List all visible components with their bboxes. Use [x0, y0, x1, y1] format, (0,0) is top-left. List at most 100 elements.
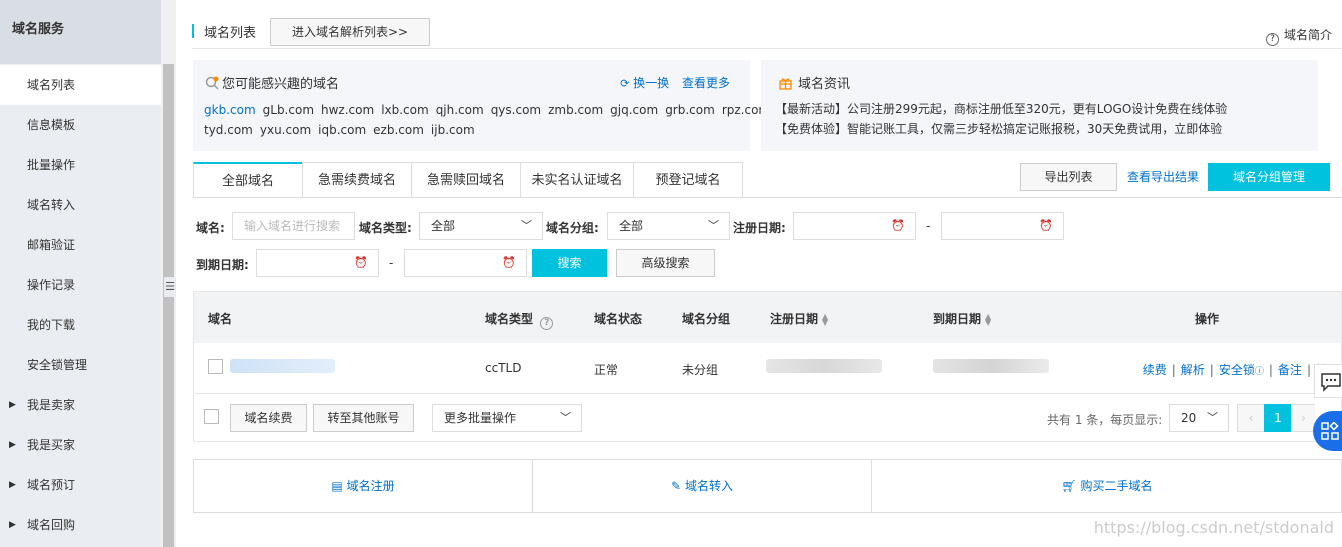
quick-links: ▤ 域名注册 ✎ 域名转入 🛒︎ 购买二手域名 [193, 459, 1342, 513]
domain-link[interactable]: ezb.com [373, 123, 424, 137]
transfer-domain-link[interactable]: ✎ 域名转入 [533, 460, 871, 512]
resolve-link[interactable]: 解析 [1181, 363, 1205, 377]
gift-icon [779, 78, 792, 90]
tab-unverified[interactable]: 未实名认证域名 [520, 162, 634, 198]
clock-icon: ⏰ [1039, 219, 1053, 232]
sidebar-item-buyer[interactable]: ▶ 我是买家 [0, 425, 161, 465]
domain-search-input[interactable]: 输入域名进行搜索 [232, 212, 355, 240]
advanced-search-button[interactable]: 高级搜索 [616, 249, 715, 277]
col-reg-date[interactable]: 注册日期 ▲ ▼ [770, 310, 832, 327]
group-select[interactable]: 全部 ﹀ [607, 212, 730, 240]
sidebar-item-buyback[interactable]: ▶ 域名回购 [0, 505, 161, 545]
next-page-button[interactable]: › [1291, 404, 1315, 432]
scrollbar-thumb[interactable] [163, 64, 174, 547]
pencil-icon: ✎ [671, 479, 682, 493]
sidebar-item-lock-manage[interactable]: 安全锁管理 [0, 345, 161, 385]
domain-link[interactable]: gkb.com [204, 103, 256, 117]
domain-link[interactable]: iqb.com [318, 123, 366, 137]
col-exp-date[interactable]: 到期日期 ▲ ▼ [933, 310, 995, 327]
sidebar-item-batch-ops[interactable]: 批量操作 [0, 145, 161, 185]
sidebar-item-op-log[interactable]: 操作记录 [0, 265, 161, 305]
reg-date-end-input[interactable]: ⏰ [941, 212, 1064, 240]
domain-link[interactable]: ijb.com [431, 123, 475, 137]
domain-link[interactable]: grb.com [665, 103, 715, 117]
view-more-link[interactable]: 查看更多 [682, 76, 730, 90]
page-1-button[interactable]: 1 [1264, 404, 1292, 432]
remark-link[interactable]: 备注 [1278, 363, 1302, 377]
goto-dns-list-button[interactable]: 进入域名解析列表>> [270, 18, 430, 46]
tab-preregistered[interactable]: 预登记域名 [633, 162, 743, 198]
domain-link[interactable]: lxb.com [381, 103, 429, 117]
domain-link[interactable]: zmb.com [548, 103, 603, 117]
table-header: 域名 域名类型 ? 域名状态 域名分组 注册日期 ▲ ▼ 到期日期 ▲ ▼ 操作 [194, 292, 1341, 343]
view-export-results-link[interactable]: 查看导出结果 [1127, 168, 1199, 185]
sort-icon[interactable]: ▲ ▼ [985, 313, 995, 327]
sidebar-item-label: 域名回购 [27, 518, 76, 532]
exp-date-end-input[interactable]: ⏰ [404, 249, 527, 277]
tab-urgent-renew[interactable]: 急需续费域名 [302, 162, 412, 198]
sidebar-item-domain-list[interactable]: 域名列表 [0, 65, 161, 105]
domain-link[interactable]: gjq.com [610, 103, 658, 117]
domain-group-manage-button[interactable]: 域名分组管理 [1208, 163, 1330, 191]
sidebar-scrollbar[interactable] [161, 0, 176, 547]
expand-arrow-icon: ▶ [9, 520, 16, 530]
row-checkbox[interactable] [208, 359, 223, 374]
sort-icon[interactable]: ▲ ▼ [822, 313, 832, 327]
domain-link[interactable]: yxu.com [260, 123, 311, 137]
domain-link[interactable]: gLb.com [263, 103, 314, 117]
page-size-select[interactable]: 20 ﹀ [1169, 404, 1229, 432]
domain-link[interactable]: qys.com [491, 103, 541, 117]
header-divider [192, 48, 1342, 49]
tab-all-domains[interactable]: 全部域名 [193, 162, 303, 198]
collapse-sidebar-icon[interactable]: ☰ [164, 277, 176, 297]
date-range-dash: - [926, 219, 931, 233]
sidebar-item-email-verify[interactable]: 邮箱验证 [0, 225, 161, 265]
security-lock-link[interactable]: 安全锁ⓘ [1219, 363, 1264, 377]
search-button[interactable]: 搜索 [532, 249, 607, 277]
suggest-title: 您可能感兴趣的域名 [205, 73, 339, 92]
domain-link[interactable]: hwz.com [321, 103, 374, 117]
batch-renew-button[interactable]: 域名续费 [230, 404, 307, 432]
prev-page-button[interactable]: ‹ [1237, 404, 1265, 432]
renew-link[interactable]: 续费 [1143, 363, 1167, 377]
news-item[interactable]: 【最新活动】公司注册299元起，商标注册低至320元，更有LOGO设计免费在线体… [775, 99, 1227, 119]
domain-intro-link[interactable]: ? 域名简介 [1265, 26, 1332, 46]
refresh-icon: ⟳ [620, 77, 630, 90]
sidebar-item-my-downloads[interactable]: 我的下载 [0, 305, 161, 345]
sidebar-item-label: 信息模板 [27, 118, 76, 132]
register-domain-link[interactable]: ▤ 域名注册 [194, 460, 532, 512]
domain-link[interactable]: qjh.com [436, 103, 484, 117]
help-icon: ⓘ [1254, 367, 1264, 377]
suggested-domains: gkb.com gLb.com hwz.com lxb.com qjh.com qys.c… [204, 100, 770, 140]
sidebar-item-transfer-in[interactable]: 域名转入 [0, 185, 161, 225]
apps-float-button[interactable] [1313, 411, 1342, 451]
reg-date-blurred [766, 359, 882, 373]
chat-float-button[interactable] [1314, 364, 1342, 398]
exp-date-label: 到期日期: [196, 258, 249, 272]
news-card: 域名资讯 【最新活动】公司注册299元起，商标注册低至320元，更有LOGO设计… [761, 60, 1318, 151]
domain-link[interactable]: tyd.com [204, 123, 253, 137]
news-item[interactable]: 【免费体验】智能记账工具，仅需三步轻松搞定记账报税，30天免费试用，立即体验 [775, 119, 1227, 139]
more-batch-ops-select[interactable]: 更多批量操作 ﹀ [432, 404, 582, 432]
chevron-down-icon: ﹀ [708, 219, 719, 232]
sidebar-item-label: 域名转入 [27, 198, 76, 212]
refresh-link[interactable]: ⟳ 换一换 [620, 76, 669, 90]
apps-grid-icon [1321, 422, 1339, 440]
sidebar-item-seller[interactable]: ▶ 我是卖家 [0, 385, 161, 425]
sidebar-item-info-template[interactable]: 信息模板 [0, 105, 161, 145]
type-select[interactable]: 全部 ﹀ [419, 212, 543, 240]
export-list-button[interactable]: 导出列表 [1020, 163, 1117, 191]
sidebar-item-reserve[interactable]: ▶ 域名预订 [0, 465, 161, 505]
col-exp-date-label: 到期日期 [933, 312, 982, 326]
domain-name-blurred[interactable] [230, 359, 335, 373]
exp-date-start-input[interactable]: ⏰ [256, 249, 379, 277]
reg-date-start-input[interactable]: ⏰ [793, 212, 916, 240]
date-range-dash: - [389, 256, 394, 270]
exp-date-blurred [933, 359, 1049, 373]
help-icon[interactable]: ? [540, 317, 554, 330]
select-all-checkbox[interactable] [204, 409, 219, 424]
main-content: 域名列表 进入域名解析列表>> ? 域名简介 您可能感兴趣的域名 ⟳ 换一换 查看… [176, 0, 1342, 547]
tab-urgent-redeem[interactable]: 急需赎回域名 [411, 162, 521, 198]
transfer-account-button[interactable]: 转至其他账号 [313, 404, 414, 432]
buy-used-domain-link[interactable]: 🛒︎ 购买二手域名 [872, 460, 1342, 512]
